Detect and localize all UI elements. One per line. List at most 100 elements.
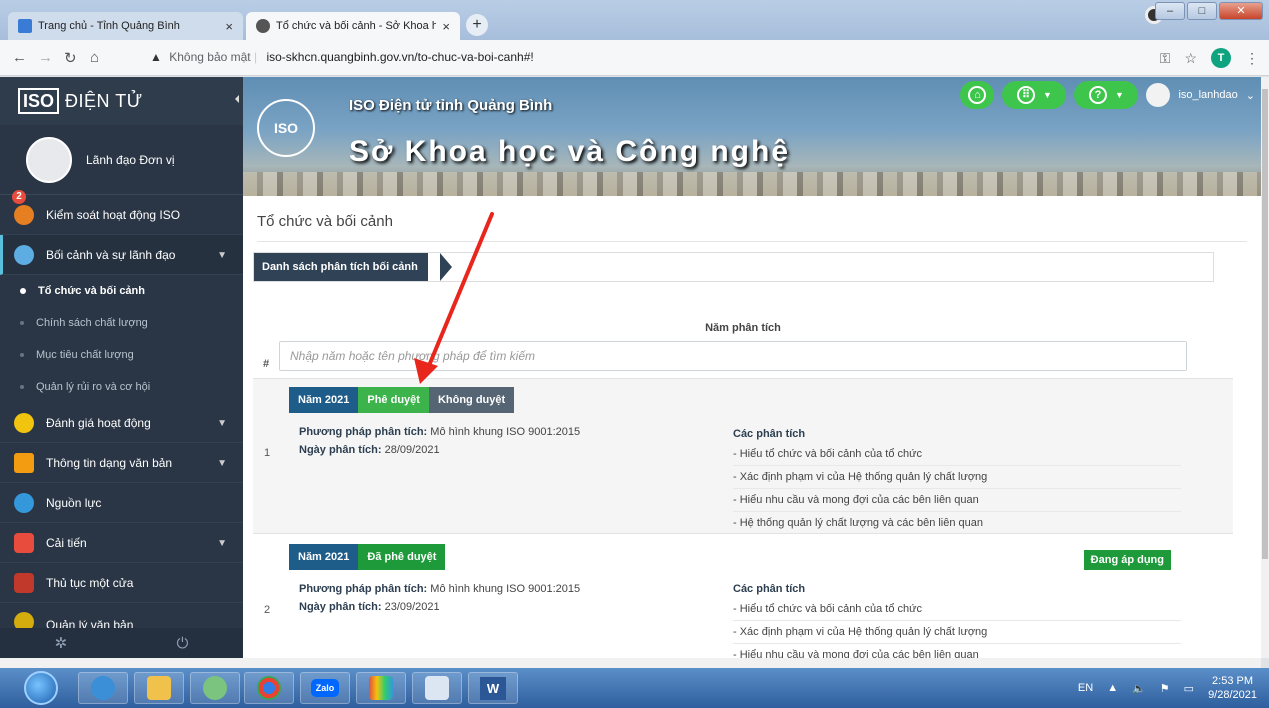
apps-button[interactable]: ⠿ ▼: [1002, 81, 1067, 109]
close-window-button[interactable]: ✕: [1219, 2, 1263, 20]
vertical-scrollbar[interactable]: [1261, 77, 1269, 658]
bookmark-star-icon[interactable]: ☆: [1184, 50, 1197, 67]
analysis-list: Các phân tích - Hiểu tổ chức và bối cảnh…: [733, 580, 1181, 658]
breadcrumb-item[interactable]: Danh sách phân tích bối cảnh: [254, 253, 428, 281]
horizontal-scrollbar[interactable]: [0, 658, 1261, 668]
users-icon: [14, 492, 34, 513]
sidebar-item-label: Cải tiến: [46, 535, 87, 550]
bullet-icon: [20, 353, 24, 357]
page-title: Tổ chức và bối cảnh: [257, 213, 393, 230]
sidebar-item-iso-control[interactable]: 2 Kiểm soát hoạt động ISO: [0, 190, 243, 235]
chart-icon: [14, 532, 34, 553]
taskbar-ie[interactable]: [78, 672, 128, 704]
avatar: [26, 136, 72, 183]
back-arrow-icon[interactable]: ←: [12, 49, 27, 66]
sidebar-item-resources[interactable]: Nguồn lực: [0, 483, 243, 523]
list-item: - Xác định phạm vi của Hệ thống quản lý …: [733, 466, 1181, 489]
clock[interactable]: 2:53 PM 9/28/2021: [1208, 674, 1257, 702]
sidebar-subitem-label: Quản lý rủi ro và cơ hội: [36, 381, 151, 393]
taskbar-media[interactable]: [356, 672, 406, 704]
method-label: Phương pháp phân tích:: [299, 426, 428, 438]
taskbar-explorer[interactable]: [134, 672, 184, 704]
sidebar-item-one-stop[interactable]: Thủ tục một cửa: [0, 563, 243, 603]
tab-close-icon[interactable]: ×: [442, 19, 450, 34]
sidebar: ISO ĐIỆN TỬ Lãnh đạo Đơn vị 2 Kiểm soát …: [0, 77, 243, 658]
chevron-down-icon: ▼: [1114, 90, 1124, 100]
analysis-list: Các phân tích - Hiểu tổ chức và bối cảnh…: [733, 425, 1181, 535]
browser-tab-home[interactable]: Trang chủ - Tỉnh Quảng Bình ×: [8, 12, 243, 40]
chevron-down-icon[interactable]: ⌄: [1246, 89, 1255, 102]
key-icon[interactable]: ⚿: [1160, 50, 1171, 67]
approve-button[interactable]: Phê duyệt: [358, 387, 429, 413]
profile-avatar[interactable]: T: [1211, 48, 1231, 68]
windows-taskbar: Zalo W EN ▲ 🔈 ⚑ ▭ 2:53 PM 9/28/2021: [0, 668, 1269, 708]
sidebar-logo[interactable]: ISO ĐIỆN TỬ: [0, 77, 243, 125]
sidebar-item-label: Kiểm soát hoạt động ISO: [46, 207, 181, 222]
warning-icon: ▲: [150, 50, 162, 64]
home-button[interactable]: ⌂: [960, 81, 995, 109]
zalo-icon: Zalo: [310, 679, 340, 697]
sidebar-item-label: Bối cảnh và sự lãnh đạo: [46, 247, 176, 262]
reload-icon[interactable]: ↻: [64, 49, 77, 67]
forward-arrow-icon[interactable]: →: [38, 49, 53, 66]
sidebar-item-improvement[interactable]: Cải tiến ▼: [0, 523, 243, 563]
breadcrumb-arrow: [440, 253, 452, 281]
settings-gear-icon[interactable]: ✲: [55, 634, 68, 652]
power-icon[interactable]: ⏻: [176, 635, 188, 652]
taskbar-snipping[interactable]: [412, 672, 462, 704]
browser-tab-active[interactable]: Tổ chức và bối cảnh - Sở Khoa h ×: [246, 12, 460, 40]
volume-icon[interactable]: 🔈: [1132, 682, 1146, 695]
flag-icon[interactable]: ⚑: [1160, 682, 1170, 695]
url-field[interactable]: ▲ Không bảo mật | iso-skhcn.quangbinh.go…: [150, 50, 534, 64]
analysis-heading: Các phân tích: [733, 583, 806, 595]
minimize-button[interactable]: –: [1155, 2, 1185, 20]
grid-icon: ⠿: [1016, 86, 1035, 104]
chevron-down-icon: ▼: [217, 458, 227, 469]
sidebar-item-context-leadership[interactable]: Bối cảnh và sự lãnh đạo ▼: [0, 235, 243, 275]
taskbar-chrome[interactable]: [244, 672, 294, 704]
scrollbar-thumb[interactable]: [1262, 89, 1268, 559]
sidebar-user[interactable]: Lãnh đạo Đơn vị: [0, 125, 243, 195]
sidebar-subitem-risk[interactable]: Quản lý rủi ro và cơ hội: [0, 371, 243, 403]
word-icon: W: [479, 676, 507, 700]
sidebar-subitem-quality-objectives[interactable]: Mục tiêu chất lượng: [0, 339, 243, 371]
sidebar-subitem-quality-policy[interactable]: Chính sách chất lượng: [0, 307, 243, 339]
sidebar-item-documents[interactable]: Thông tin dạng văn bản ▼: [0, 443, 243, 483]
language-indicator[interactable]: EN: [1078, 682, 1093, 694]
browser-actions: ⚿ ☆ T ⋮: [1160, 48, 1259, 68]
taskbar-app[interactable]: [190, 672, 240, 704]
row-tags: Năm 2021 Đã phê duyệt: [289, 544, 446, 570]
tab-label: Trang chủ - Tỉnh Quảng Bình: [38, 20, 180, 32]
collapse-sidebar-icon[interactable]: [235, 95, 239, 103]
system-tray: EN ▲ 🔈 ⚑ ▭ 2:53 PM 9/28/2021: [1078, 674, 1257, 702]
user-avatar[interactable]: [1146, 83, 1171, 107]
username-menu[interactable]: iso_lanhdao: [1178, 89, 1237, 101]
date-label: Ngày phân tích:: [299, 601, 382, 613]
film-icon: [369, 676, 393, 700]
home-icon[interactable]: ⌂: [90, 49, 99, 66]
sidebar-item-evaluation[interactable]: Đánh giá hoạt động ▼: [0, 403, 243, 443]
taskbar-word[interactable]: W: [468, 672, 518, 704]
tab-label: Tổ chức và bối cảnh - Sở Khoa h: [276, 20, 437, 32]
date-value: 23/09/2021: [384, 601, 440, 613]
show-hidden-icons-icon[interactable]: ▲: [1107, 682, 1118, 694]
help-button[interactable]: ? ▼: [1074, 81, 1139, 109]
search-input[interactable]: [279, 341, 1187, 371]
sidebar-subitem-org-context[interactable]: Tổ chức và bối cảnh: [0, 275, 243, 307]
tab-close-icon[interactable]: ×: [225, 19, 233, 34]
new-tab-button[interactable]: +: [466, 14, 488, 36]
taskbar-zalo[interactable]: Zalo: [300, 672, 350, 704]
list-item: - Hiểu nhu cầu và mong đợi của các bên l…: [733, 644, 1181, 658]
more-menu-icon[interactable]: ⋮: [1245, 50, 1259, 67]
header-actions: ⌂ ⠿ ▼ ? ▼ iso_lanhdao ⌄: [960, 81, 1255, 109]
folder-icon: [147, 676, 171, 700]
bullet-icon: [20, 288, 26, 294]
banner-subtitle: ISO Điện tử tỉnh Quảng Bình: [349, 97, 553, 114]
maximize-button[interactable]: □: [1187, 2, 1217, 20]
scissors-icon: [425, 676, 449, 700]
sidebar-subitem-label: Chính sách chất lượng: [36, 317, 148, 329]
chrome-icon: [257, 676, 281, 700]
start-button[interactable]: [24, 671, 58, 705]
network-icon[interactable]: ▭: [1184, 682, 1194, 695]
reject-button[interactable]: Không duyệt: [428, 387, 515, 413]
